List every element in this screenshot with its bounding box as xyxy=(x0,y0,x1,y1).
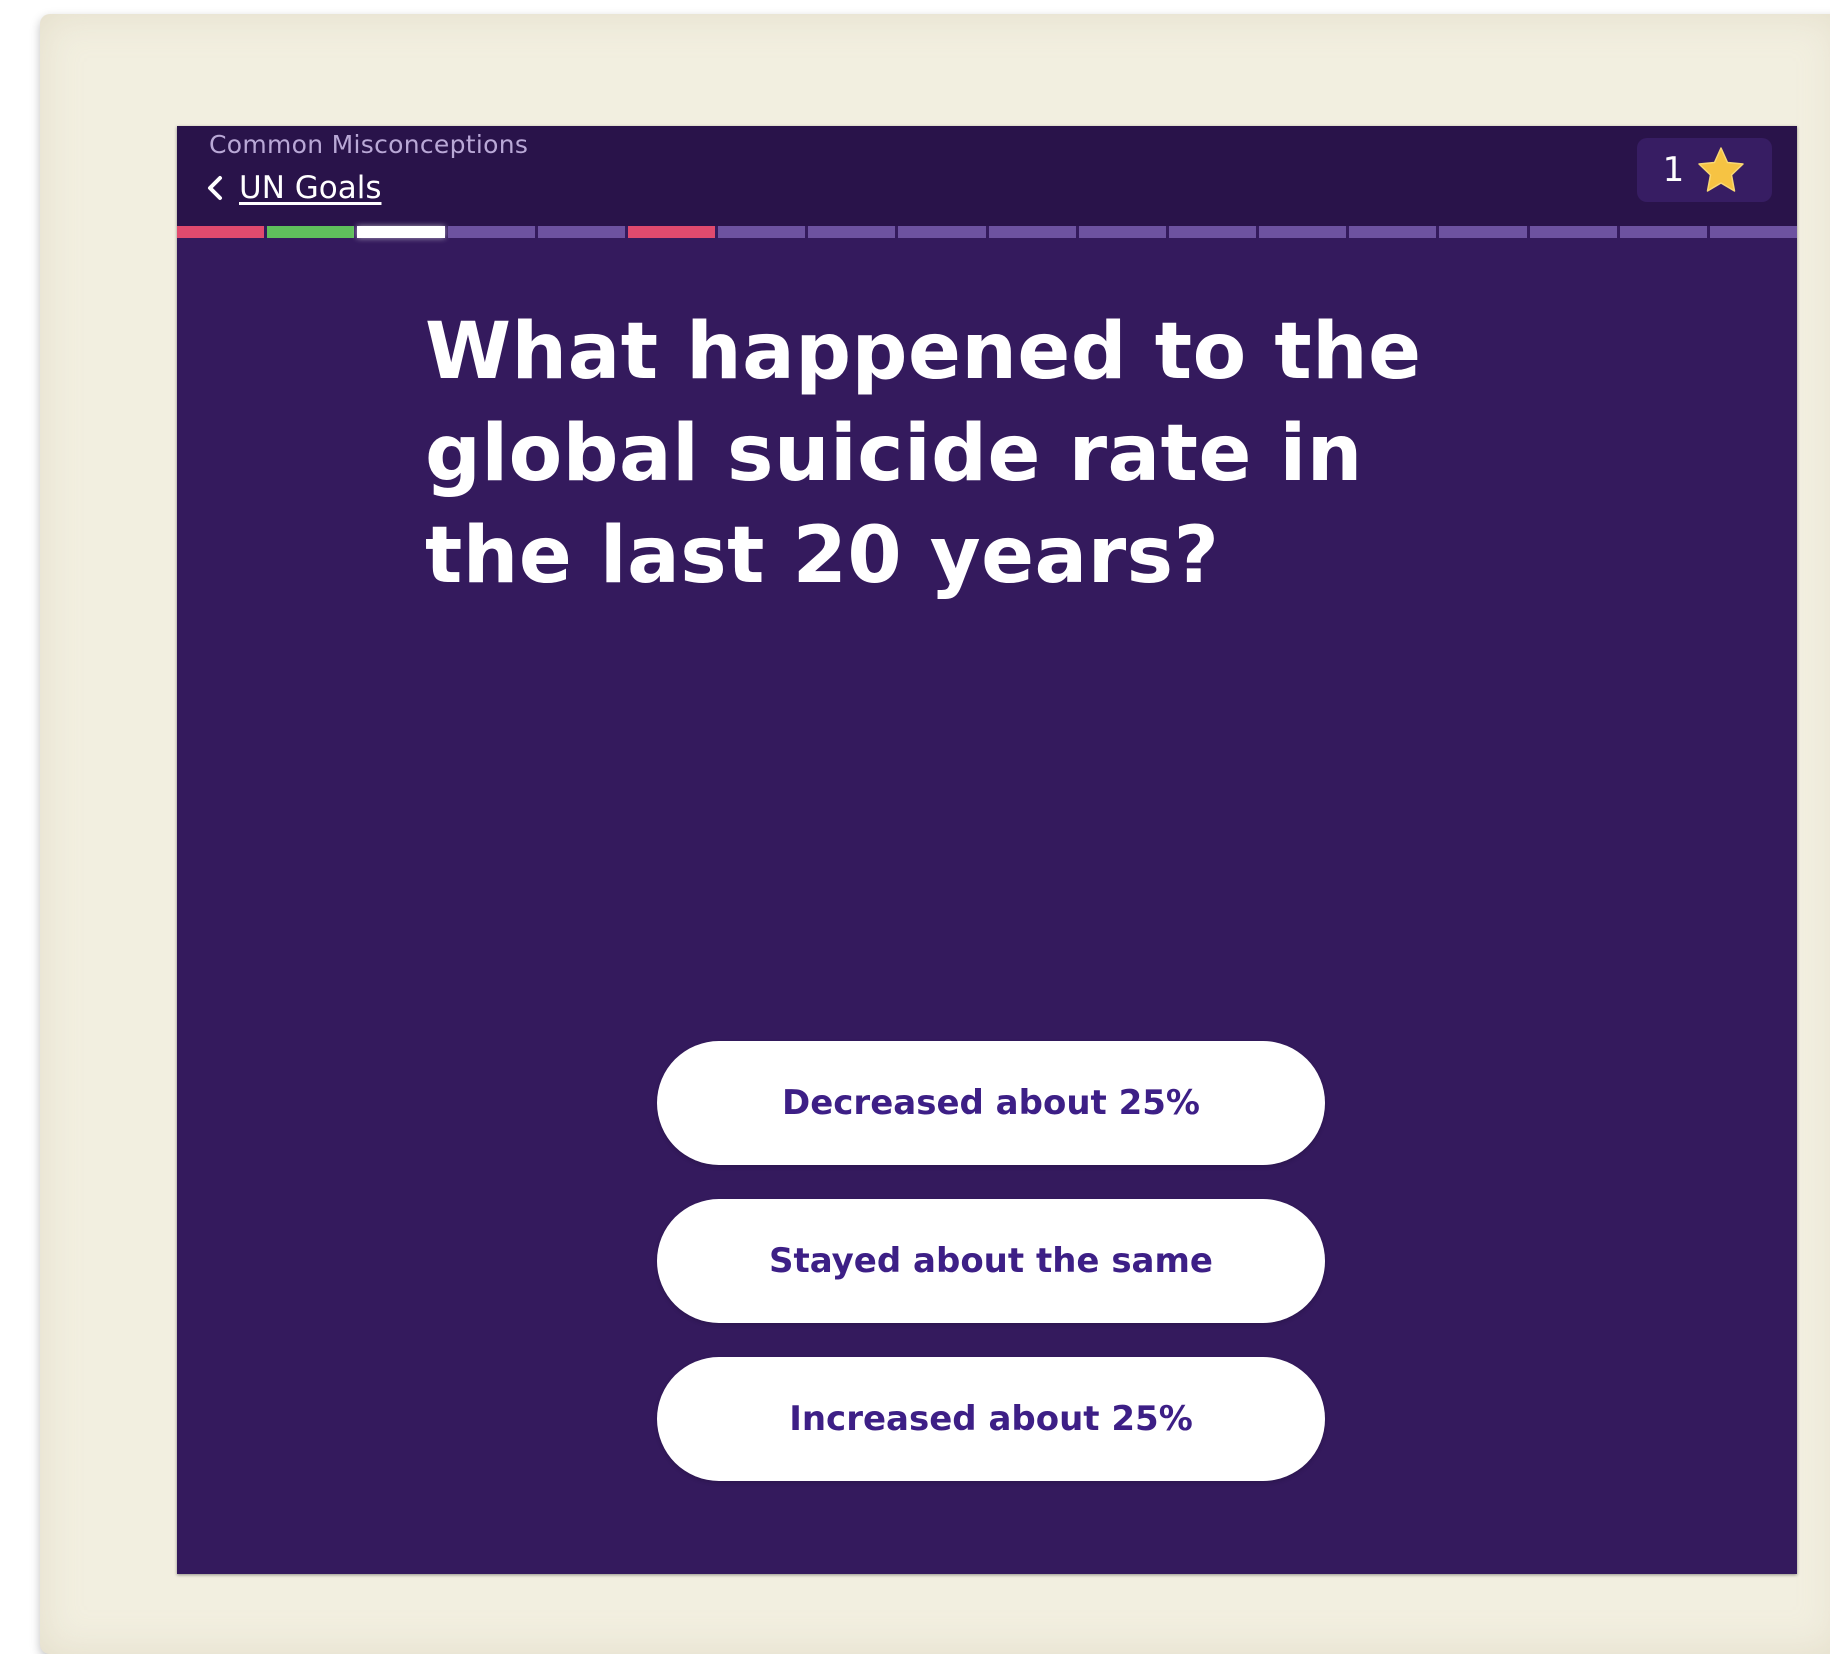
back-link-label: UN Goals xyxy=(239,170,382,206)
progress-segment-todo xyxy=(1168,226,1257,238)
progress-segment-todo xyxy=(537,226,625,238)
progress-segment-todo xyxy=(1439,226,1527,238)
answer-list: Decreased about 25% Stayed about the sam… xyxy=(657,1041,1325,1515)
progress-segment-wrong xyxy=(627,226,716,238)
answer-button-decreased[interactable]: Decreased about 25% xyxy=(657,1041,1325,1165)
question-text: What happened to the global suicide rate… xyxy=(425,307,1422,601)
quiz-card: Common Misconceptions UN Goals 1 What ha… xyxy=(177,126,1797,1574)
progress-bar xyxy=(177,226,1797,238)
progress-segment-todo xyxy=(1709,226,1797,238)
score-badge: 1 xyxy=(1637,138,1772,202)
progress-segment-todo xyxy=(718,226,806,238)
progress-segment-todo xyxy=(447,226,535,238)
back-link[interactable]: UN Goals xyxy=(205,166,381,210)
progress-segment-current xyxy=(357,226,445,238)
star-icon xyxy=(1698,147,1745,192)
progress-segment-right xyxy=(267,226,355,238)
answer-button-increased[interactable]: Increased about 25% xyxy=(657,1357,1325,1481)
progress-segment-todo xyxy=(898,226,986,238)
progress-segment-todo xyxy=(1349,226,1437,238)
category-label: Common Misconceptions xyxy=(209,130,529,159)
progress-segment-todo xyxy=(988,226,1076,238)
progress-segment-todo xyxy=(1529,226,1617,238)
progress-segment-wrong xyxy=(177,226,265,238)
answer-button-same[interactable]: Stayed about the same xyxy=(657,1199,1325,1323)
progress-segment-todo xyxy=(808,226,896,238)
paper-background: Common Misconceptions UN Goals 1 What ha… xyxy=(40,14,1830,1654)
progress-segment-todo xyxy=(1619,226,1707,238)
progress-segment-todo xyxy=(1078,226,1166,238)
chevron-left-icon xyxy=(208,176,222,200)
quiz-header: Common Misconceptions UN Goals 1 xyxy=(177,126,1797,226)
score-value: 1 xyxy=(1662,150,1685,190)
progress-segment-todo xyxy=(1259,226,1347,238)
